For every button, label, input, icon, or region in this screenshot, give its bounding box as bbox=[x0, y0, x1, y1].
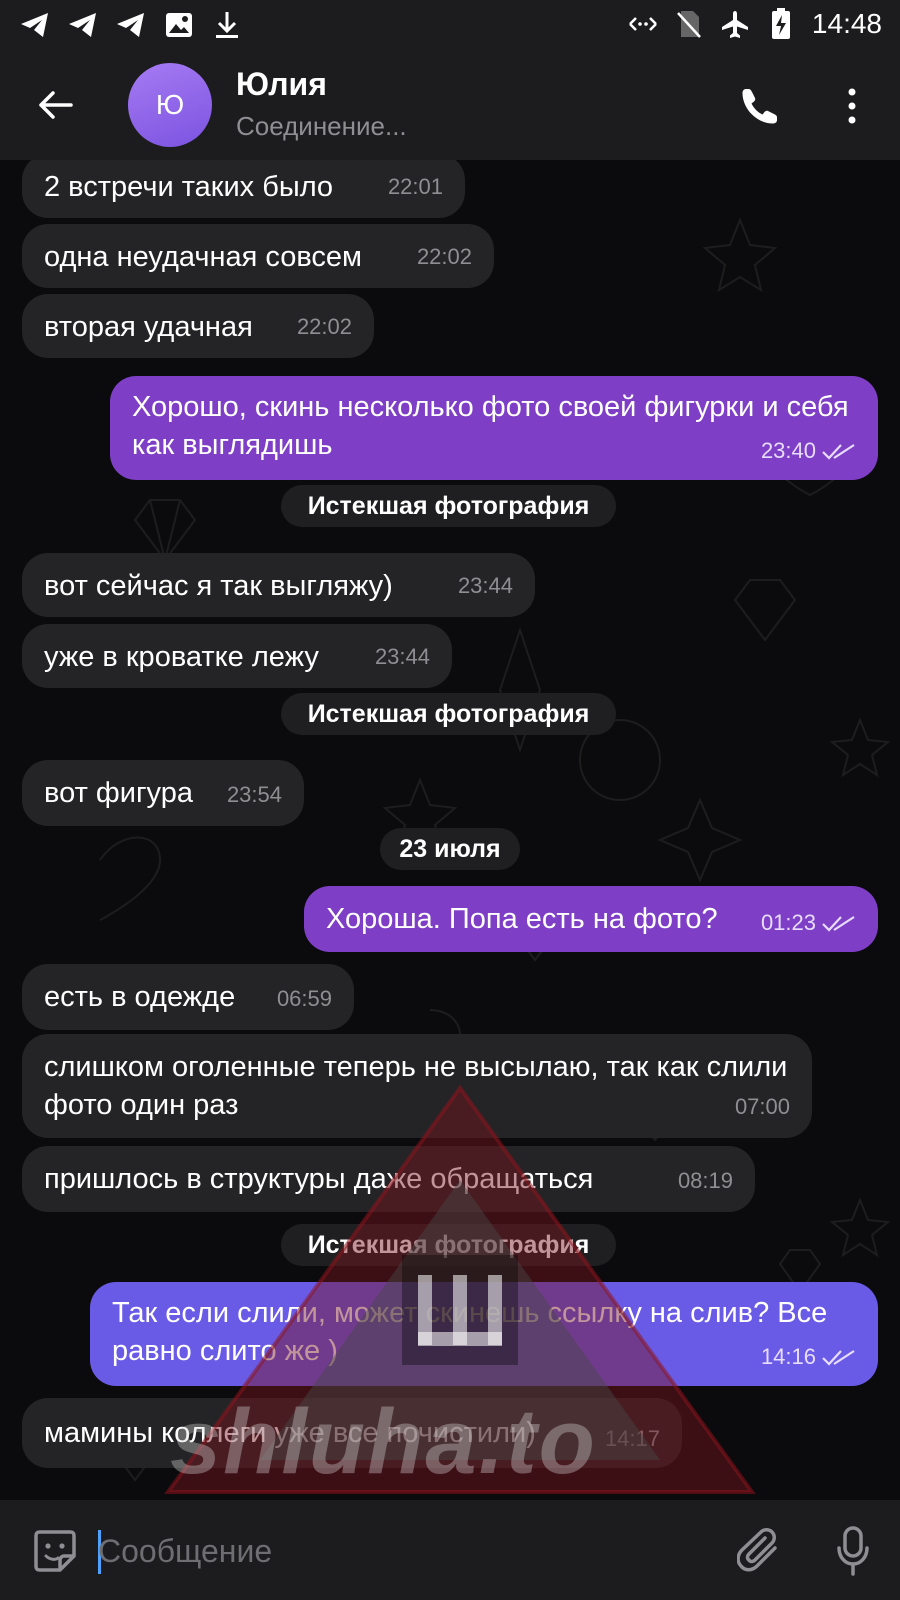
incoming-message[interactable]: есть в одежде 06:59 bbox=[22, 964, 354, 1030]
system-icons: 14:48 bbox=[628, 8, 882, 40]
incoming-message[interactable]: уже в кроватке лежу 23:44 bbox=[22, 624, 452, 688]
download-notification-icon bbox=[212, 10, 242, 40]
more-vertical-icon bbox=[848, 88, 856, 124]
message-text: Хорошо, скинь несколько фото своей фигур… bbox=[132, 391, 849, 461]
incoming-message[interactable]: вот фигура 23:54 bbox=[22, 760, 304, 826]
message-meta: 23:40 bbox=[761, 432, 856, 470]
watermark-text: shluha.to bbox=[170, 1391, 597, 1493]
sticker-emoji-button[interactable] bbox=[30, 1526, 80, 1576]
message-time: 14:17 bbox=[604, 1426, 660, 1451]
message-text: вот сейчас я так выгляжу) bbox=[44, 570, 393, 602]
double-check-icon bbox=[822, 1350, 855, 1366]
message-time: 22:01 bbox=[387, 174, 443, 199]
message-input[interactable] bbox=[98, 1528, 698, 1574]
message-time: 01:23 bbox=[760, 910, 816, 935]
message-time: 23:44 bbox=[374, 644, 430, 669]
connection-status: Соединение... bbox=[236, 111, 407, 141]
message-meta: 14:16 bbox=[761, 1338, 856, 1376]
paperclip-icon bbox=[737, 1528, 777, 1572]
message-time: 23:40 bbox=[760, 438, 816, 463]
microphone-icon bbox=[837, 1526, 869, 1576]
voice-message-button[interactable] bbox=[828, 1524, 878, 1578]
arrow-left-icon bbox=[39, 91, 73, 119]
message-text: одна неудачная совсем bbox=[44, 241, 362, 273]
message-time: 23:54 bbox=[226, 782, 282, 807]
attach-button[interactable] bbox=[734, 1526, 784, 1576]
message-time: 07:00 bbox=[734, 1094, 790, 1119]
phone-icon bbox=[742, 89, 777, 124]
image-notification-icon bbox=[164, 10, 194, 40]
outgoing-message[interactable]: Так если слили, может скинешь ссылку на … bbox=[90, 1282, 878, 1386]
incoming-message[interactable]: пришлось в структуры даже обращаться 08:… bbox=[22, 1146, 755, 1212]
message-time: 08:19 bbox=[677, 1168, 733, 1193]
telegram-notification-icon bbox=[116, 10, 146, 40]
expired-photo-notice: Истекшая фотография bbox=[281, 485, 616, 527]
message-text: 2 встречи таких было bbox=[44, 171, 334, 203]
message-text: Так если слили, может скинешь ссылку на … bbox=[112, 1297, 828, 1367]
battery-charging-icon bbox=[766, 8, 796, 39]
incoming-message[interactable]: 2 встречи таких было 22:01 bbox=[22, 160, 465, 218]
message-text: пришлось в структуры даже обращаться bbox=[44, 1163, 594, 1195]
airplane-mode-icon bbox=[720, 9, 750, 39]
more-options-button[interactable] bbox=[832, 80, 872, 132]
notification-icons bbox=[20, 10, 242, 40]
call-button[interactable] bbox=[734, 80, 786, 132]
message-composer bbox=[0, 1500, 900, 1600]
message-time: 06:59 bbox=[276, 986, 332, 1011]
message-time: 14:16 bbox=[760, 1344, 816, 1369]
contact-name[interactable]: Юлия bbox=[236, 66, 327, 103]
message-text: слишком оголенные теперь не высылаю, так… bbox=[44, 1051, 788, 1121]
data-saver-icon bbox=[628, 9, 658, 39]
message-time: 23:44 bbox=[457, 573, 513, 598]
chat-header: Ю Юлия Соединение... bbox=[0, 52, 900, 160]
message-meta: 01:23 bbox=[761, 904, 856, 942]
outgoing-message[interactable]: Хорошо, скинь несколько фото своей фигур… bbox=[110, 376, 878, 480]
incoming-message[interactable]: одна неудачная совсем 22:02 bbox=[22, 224, 494, 288]
outgoing-message[interactable]: Хороша. Попа есть на фото? 01:23 bbox=[304, 886, 878, 952]
incoming-message[interactable]: вот сейчас я так выгляжу) 23:44 bbox=[22, 553, 535, 617]
incoming-message[interactable]: вторая удачная 22:02 bbox=[22, 294, 374, 358]
expired-photo-notice: Истекшая фотография bbox=[281, 1224, 616, 1266]
back-button[interactable] bbox=[30, 80, 80, 130]
no-sim-icon bbox=[674, 9, 704, 39]
double-check-icon bbox=[822, 444, 855, 460]
sticker-icon bbox=[34, 1530, 76, 1572]
message-time: 22:02 bbox=[416, 244, 472, 269]
message-time: 22:02 bbox=[296, 314, 352, 339]
expired-photo-notice: Истекшая фотография bbox=[281, 693, 616, 735]
telegram-notification-icon bbox=[20, 10, 50, 40]
double-check-icon bbox=[822, 916, 855, 932]
status-bar: 14:48 bbox=[0, 0, 900, 52]
message-list[interactable]: 2 встречи таких было 22:01 одна неудачна… bbox=[0, 160, 900, 1500]
contact-avatar[interactable]: Ю bbox=[128, 63, 212, 147]
telegram-notification-icon bbox=[68, 10, 98, 40]
date-divider: 23 июля bbox=[380, 828, 520, 870]
clock: 14:48 bbox=[811, 8, 882, 39]
message-text: уже в кроватке лежу bbox=[44, 641, 319, 673]
incoming-message[interactable]: слишком оголенные теперь не высылаю, так… bbox=[22, 1034, 812, 1138]
